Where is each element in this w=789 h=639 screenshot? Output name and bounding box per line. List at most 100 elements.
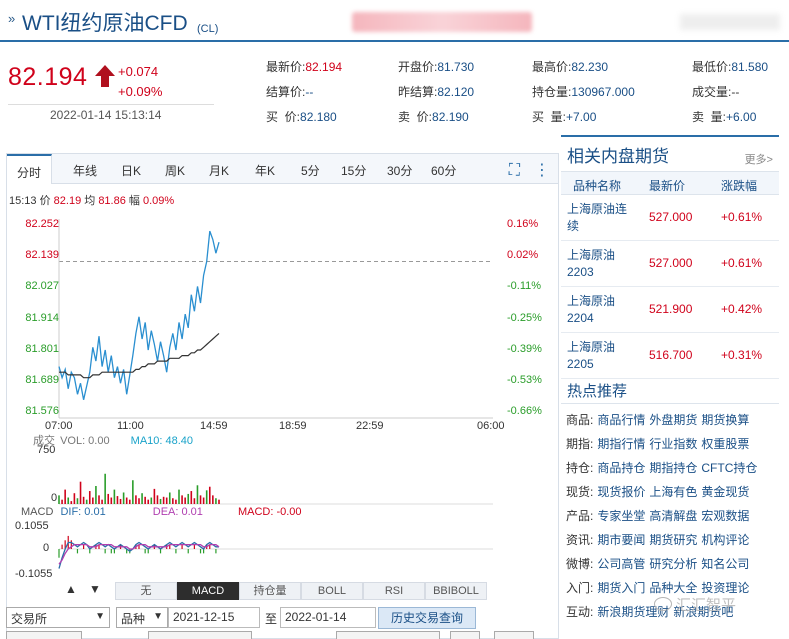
arrow-up-nav-icon[interactable]: ▲ [65,582,77,596]
side-title: 相关内盘期货 [567,147,669,166]
hot-link[interactable]: 专家坐堂 [597,509,645,523]
tab-4[interactable]: 月K [209,162,229,179]
macd-dif: DIF: 0.01 [60,506,106,518]
hot-category: 微博: [566,557,594,571]
hot-link[interactable]: 外盘期货 [649,413,697,427]
macd-value: MACD: -0.00 [237,506,302,518]
more-link[interactable]: 更多> [745,151,773,167]
quote-label: 最高价: [532,60,572,74]
y-tick-left: 81.914 [25,311,59,324]
y-tick-left: 81.801 [25,342,59,355]
exchange-select[interactable]: 交易所 ▼ [6,607,110,628]
futures-row[interactable]: 上海原油2203 527.000 +0.61% [561,241,779,287]
futures-name[interactable]: 上海原油连续 [567,201,633,235]
hot-link[interactable]: 高清解盘 [649,509,697,523]
hot-category: 产品: [566,509,594,523]
futures-row[interactable]: 上海原油2204 521.900 +0.42% [561,287,779,333]
arrow-down-nav-icon[interactable]: ▼ [89,582,101,596]
hover-info: 15:13 价 82.19 均 81.86 幅 0.09% [9,192,174,208]
hot-title: 热点推荐 [567,383,628,400]
tab-0[interactable]: 分时 [7,154,53,184]
hot-link[interactable]: 期市要闻 [597,533,645,547]
hot-link[interactable]: 权重股票 [701,437,749,451]
series-line-1 [59,332,220,379]
quote-value: 81.730 [437,60,475,74]
hot-row: 持仓: 商品持仓 期指持仓 CFTC持仓 [566,459,757,476]
hot-link[interactable]: 宏观数据 [701,509,749,523]
tab-7[interactable]: 15分 [341,162,366,179]
futures-change: +0.42% [721,302,763,316]
end-date-input[interactable]: 2022-01-14 [280,607,376,628]
tab-6[interactable]: 5分 [301,162,320,179]
partial-control[interactable] [6,631,82,639]
hot-row: 期指: 期指行情 行业指数 权重股票 [566,435,749,452]
more-vertical-icon[interactable]: ⋮ [534,162,550,179]
hot-link[interactable]: 机构评论 [701,533,749,547]
volume-value: VOL: 0.00 [60,435,110,447]
hot-link[interactable]: 黄金现货 [701,485,749,499]
futures-name[interactable]: 上海原油2205 [567,339,633,373]
tab-1[interactable]: 年线 [73,162,97,179]
to-label: 至 [265,612,278,626]
macd-y-label: 0 [43,542,50,554]
hot-link[interactable]: 期货换算 [701,413,749,427]
futures-price: 527.000 [649,210,693,224]
macd-dea: DEA: 0.01 [152,506,203,518]
tab-2[interactable]: 日K [121,162,141,179]
futures-change: +0.31% [721,348,763,362]
futures-change: +0.61% [721,256,763,270]
indicator-1[interactable]: MACD [177,582,239,600]
table-header: 品种名称 最新价 涨跌幅 [561,171,779,195]
partial-control[interactable] [148,631,252,639]
quote-value: 82.194 [305,60,343,74]
quote-label: 最新价: [266,60,306,74]
period-tabs: ⛶ ⋮ 分时 年线 日K 周K 月K 年K 5分 15分 30分 60分 [7,154,558,184]
divider [8,104,214,105]
futures-row[interactable]: 上海原油2205 516.700 +0.31% [561,333,779,379]
hot-row: 产品: 专家坐堂 高清解盘 宏观数据 [566,507,749,524]
tab-3[interactable]: 周K [165,162,185,179]
tab-5[interactable]: 年K [255,162,275,179]
indicator-4[interactable]: RSI [363,582,425,600]
quote-label: 开盘价: [398,60,438,74]
hot-category: 现货: [566,485,594,499]
hot-link[interactable]: CFTC持仓 [701,461,757,475]
quote-cell: 持仓量:130967.000 [532,83,635,100]
hot-link[interactable]: 公司高管 [597,557,645,571]
partial-control[interactable] [336,631,440,639]
hot-link[interactable]: 品种大全 [649,581,697,595]
watermark-icon [654,597,672,611]
hot-link[interactable]: 研究分析 [649,557,697,571]
caret-down-icon: ▼ [153,611,163,622]
history-query-button[interactable]: 历史交易查询 [378,607,476,629]
hot-link[interactable]: 知名公司 [701,557,749,571]
futures-name[interactable]: 上海原油2203 [567,247,633,281]
hot-link[interactable]: 商品持仓 [597,461,645,475]
tab-9[interactable]: 60分 [431,162,456,179]
tab-8[interactable]: 30分 [387,162,412,179]
hot-link[interactable]: 现货报价 [597,485,645,499]
hot-link[interactable]: 期货入门 [597,581,645,595]
hot-link[interactable]: 商品行情 [597,413,645,427]
indicator-2[interactable]: 持仓量 [239,582,301,600]
hot-link[interactable]: 期货研究 [649,533,697,547]
arrow-up-icon [95,65,115,87]
futures-name[interactable]: 上海原油2204 [567,293,633,327]
hot-link[interactable]: 行业指数 [649,437,697,451]
fullscreen-icon[interactable]: ⛶ [509,162,520,179]
indicator-5[interactable]: BBIBOLL [425,582,487,600]
start-date-input[interactable]: 2021-12-15 [168,607,260,628]
indicator-3[interactable]: BOLL [301,582,363,600]
futures-row[interactable]: 上海原油连续 527.000 +0.61% [561,195,779,241]
variety-select[interactable]: 品种 ▼ [116,607,168,628]
hot-link[interactable]: 投资理论 [701,581,749,595]
futures-price: 521.900 [649,302,693,316]
timestamp: 2022-01-14 15:13:14 [50,108,162,122]
info-avg: 81.86 [98,195,126,207]
hot-link[interactable]: 期指持仓 [649,461,697,475]
hot-link[interactable]: 上海有色 [649,485,697,499]
partial-control[interactable] [450,631,480,639]
partial-control[interactable] [494,631,534,639]
indicator-0[interactable]: 无 [115,582,177,600]
hot-link[interactable]: 期指行情 [597,437,645,451]
